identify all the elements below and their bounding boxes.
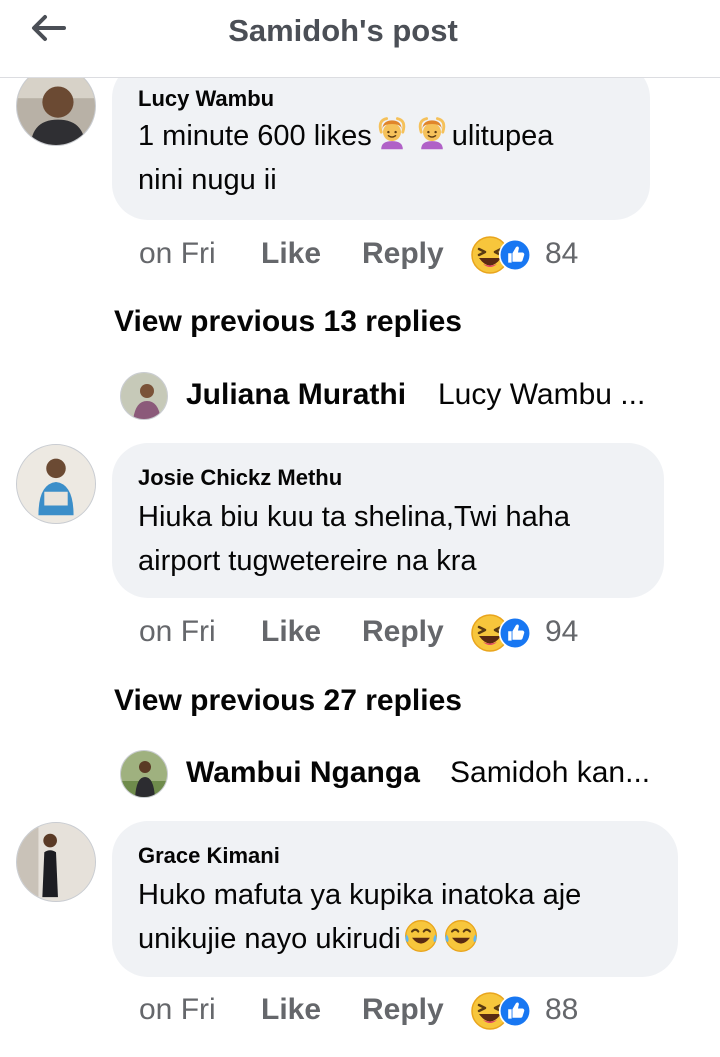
avatar[interactable]	[16, 66, 96, 146]
reactions-summary[interactable]	[470, 613, 536, 653]
comment-text-line: nini nugu ii	[138, 164, 277, 196]
avatar-photo	[17, 823, 95, 901]
comment-bubble[interactable]: Lucy Wambu 1 minute 600 likes ulitupea ni…	[112, 62, 650, 220]
like-button[interactable]: Like	[261, 993, 321, 1027]
reply-button[interactable]: Reply	[362, 237, 444, 271]
reply-button[interactable]: Reply	[362, 993, 444, 1027]
page-title: Samidoh's post	[228, 13, 458, 48]
person-gesturing-ok-icon	[374, 115, 410, 151]
top-bar: Samidoh's post	[0, 0, 720, 78]
like-icon	[498, 616, 532, 650]
reply-author[interactable]: Juliana Murathi	[186, 378, 406, 412]
comment-bubble[interactable]: Josie Chickz Methu Hiuka biu kuu ta shel…	[112, 443, 664, 598]
reply-button[interactable]: Reply	[362, 615, 444, 649]
avatar[interactable]	[120, 750, 168, 798]
comment-text: 1 minute 600 likes ulitupea nini nugu ii	[138, 114, 648, 202]
avatar-photo	[121, 373, 167, 419]
like-icon	[498, 994, 532, 1028]
avatar[interactable]	[16, 822, 96, 902]
reactions-summary[interactable]	[470, 235, 536, 275]
comment-time[interactable]: on Fri	[139, 237, 216, 271]
comment-text-line: Hiuka biu kuu ta shelina,Twi haha	[138, 501, 571, 533]
avatar[interactable]	[120, 372, 168, 420]
reactions-summary[interactable]	[470, 991, 536, 1031]
person-gesturing-ok-icon	[414, 115, 450, 151]
reaction-count[interactable]: 88	[545, 993, 578, 1027]
comment-actions: on Fri Like Reply 94	[139, 615, 619, 655]
comment-time[interactable]: on Fri	[139, 615, 216, 649]
comment-text: Hiuka biu kuu ta shelina,Twi haha airpor…	[138, 495, 658, 583]
comment-actions: on Fri Like Reply 88	[139, 993, 619, 1033]
comment-author[interactable]: Lucy Wambu	[138, 86, 274, 112]
reaction-count[interactable]: 94	[545, 615, 578, 649]
comment-text: Huko mafuta ya kupika inatoka aje unikuj…	[138, 873, 674, 961]
avatar-photo	[17, 445, 95, 523]
comment-text-line: airport tugwetereire na kra	[138, 545, 477, 577]
tears-of-joy-icon	[403, 918, 439, 954]
avatar-photo	[17, 67, 95, 145]
view-previous-replies[interactable]: View previous 27 replies	[114, 684, 462, 718]
reaction-count[interactable]: 84	[545, 237, 578, 271]
comment-author[interactable]: Josie Chickz Methu	[138, 465, 342, 491]
comment-text-line: unikujie nayo ukirudi	[138, 923, 401, 955]
comment-time[interactable]: on Fri	[139, 993, 216, 1027]
reply-preview[interactable]: Wambui Nganga Samidoh kan...	[120, 750, 680, 800]
comment-text-line: ulitupea	[451, 120, 554, 152]
reply-author[interactable]: Wambui Nganga	[186, 756, 420, 790]
reply-preview[interactable]: Juliana Murathi Lucy Wambu ...	[120, 372, 680, 422]
like-icon	[498, 238, 532, 272]
reply-snippet: Lucy Wambu ...	[438, 378, 646, 411]
comment-text-line: Huko mafuta ya kupika inatoka aje	[138, 879, 582, 911]
comment-actions: on Fri Like Reply 84	[139, 237, 619, 277]
comment-text-line: 1 minute 600 likes	[138, 120, 372, 152]
comment-bubble[interactable]: Grace Kimani Huko mafuta ya kupika inato…	[112, 821, 678, 977]
avatar[interactable]	[16, 444, 96, 524]
like-button[interactable]: Like	[261, 237, 321, 271]
tears-of-joy-icon	[443, 918, 479, 954]
reply-snippet: Samidoh kan...	[450, 756, 651, 789]
avatar-photo	[121, 751, 167, 797]
like-button[interactable]: Like	[261, 615, 321, 649]
comment-author[interactable]: Grace Kimani	[138, 843, 280, 869]
view-previous-replies[interactable]: View previous 13 replies	[114, 305, 462, 339]
